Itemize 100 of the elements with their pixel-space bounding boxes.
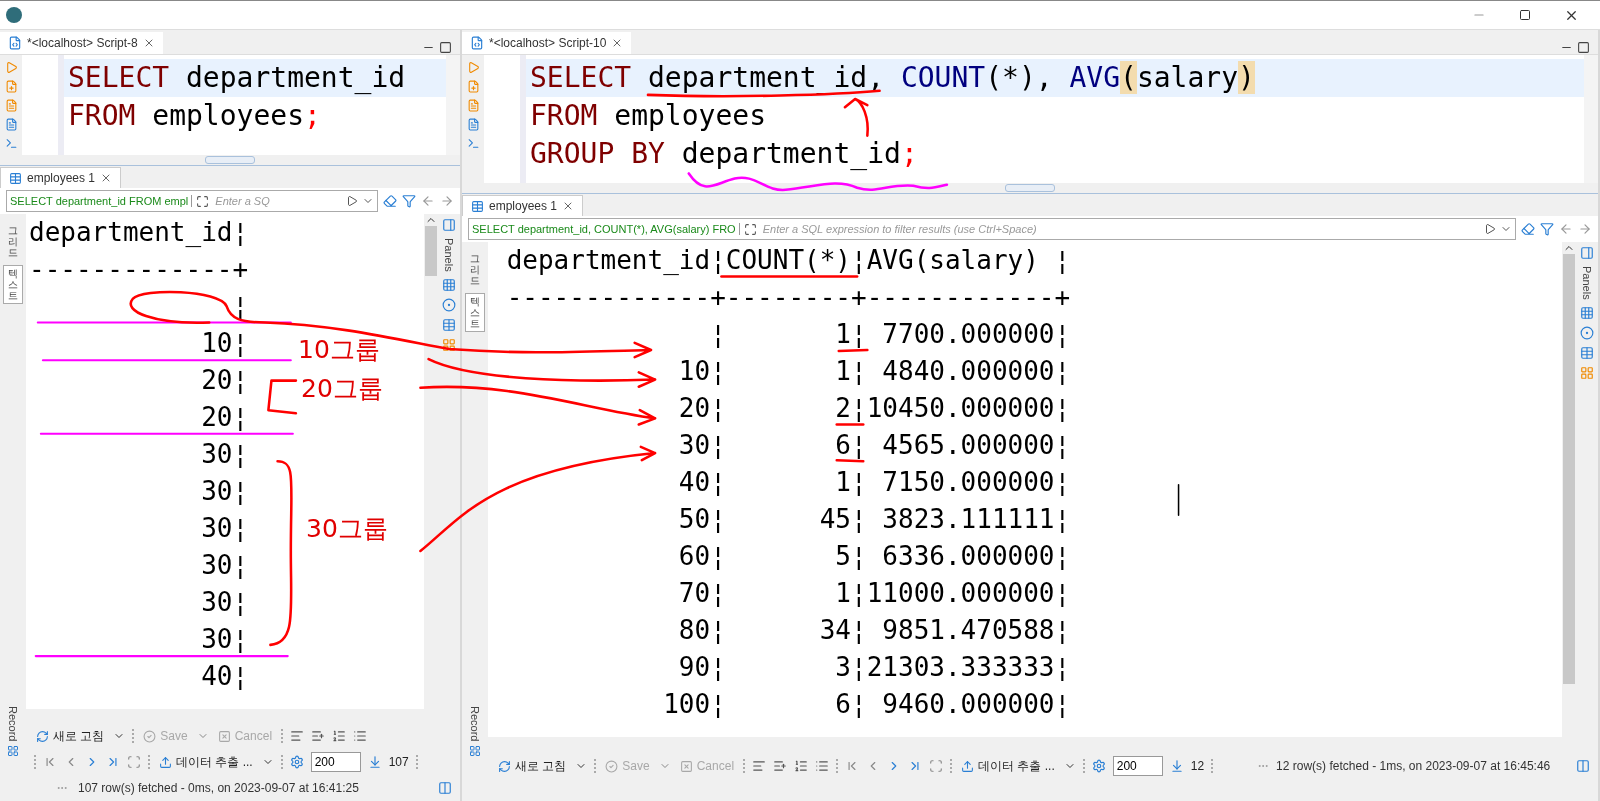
- filter-icon[interactable]: [402, 194, 416, 208]
- fetch-all-icon[interactable]: [1169, 759, 1184, 773]
- edit-row-icon[interactable]: [290, 729, 305, 743]
- record-view-icon[interactable]: [929, 759, 944, 773]
- expand-icon[interactable]: [743, 222, 757, 236]
- refresh-button[interactable]: 새로 고침: [496, 757, 569, 775]
- scrollbar-thumb[interactable]: [1563, 254, 1575, 684]
- delete-row-icon[interactable]: [353, 729, 368, 743]
- fetch-size-field[interactable]: 200: [310, 752, 361, 772]
- fetch-size-field[interactable]: 200: [1112, 756, 1163, 776]
- export-button[interactable]: 데이터 추출 ...: [959, 757, 1057, 775]
- view-tab[interactable]: 그리드: [3, 222, 23, 261]
- scrollbar-track[interactable]: [1584, 55, 1598, 183]
- columns-icon[interactable]: [1580, 365, 1594, 380]
- eraser-icon[interactable]: [383, 194, 397, 208]
- record-view-icon[interactable]: [127, 755, 141, 769]
- editor-tab[interactable]: *<localhost> Script-8: [0, 32, 163, 54]
- table-icon[interactable]: [442, 317, 456, 332]
- fetch-all-icon[interactable]: [367, 755, 382, 769]
- refresh-button[interactable]: 새로 고침: [34, 727, 107, 745]
- check-circle-icon: [143, 729, 157, 743]
- apply-filter-icon[interactable]: [1484, 223, 1496, 235]
- columns-icon[interactable]: [442, 337, 456, 352]
- handwritten-underline: [837, 348, 869, 353]
- filter-icon[interactable]: [1540, 222, 1554, 236]
- result-text-line: -------------+: [29, 254, 249, 284]
- panel-toggle-icon[interactable]: [1576, 759, 1590, 773]
- filter-box[interactable]: SELECT department_id, COUNT(*), AVG(salary) FRO Enter a SQL expression to filter results (use Ctrl+Space): [468, 218, 1516, 240]
- dots-icon[interactable]: [442, 297, 456, 312]
- forward-icon[interactable]: [1578, 222, 1592, 236]
- eraser-icon[interactable]: [1521, 222, 1535, 236]
- query-text: SELECT department_id FROM empl: [10, 195, 193, 207]
- results-tab[interactable]: employees 1: [0, 167, 122, 188]
- check-circle-icon: [605, 759, 619, 773]
- explain-plan-icon[interactable]: [4, 118, 18, 131]
- panel-toggle-icon[interactable]: [438, 781, 452, 795]
- maximize-icon[interactable]: [439, 41, 452, 54]
- execute-script-icon[interactable]: [4, 99, 18, 112]
- result-text-line: 70¦ 1¦11000.000000¦: [678, 578, 1071, 608]
- first-page-icon[interactable]: [43, 755, 57, 769]
- record-tab[interactable]: Record: [7, 705, 19, 741]
- editor-tab[interactable]: *<localhost> Script-10: [462, 32, 632, 54]
- splitter-handle[interactable]: [205, 156, 255, 164]
- delete-row-icon[interactable]: [815, 759, 830, 773]
- view-tab[interactable]: 그리드: [465, 250, 485, 289]
- table-icon[interactable]: [1580, 345, 1594, 360]
- status-text: 107 row(s) fetched - 0ms, on 2023-09-07 at 16:41:25: [78, 781, 359, 795]
- dots-icon[interactable]: [1580, 325, 1594, 340]
- execute-icon[interactable]: [4, 61, 18, 74]
- terminal-icon[interactable]: [466, 137, 480, 150]
- copy-row-icon[interactable]: [332, 729, 347, 743]
- apply-filter-icon[interactable]: [346, 195, 358, 207]
- last-page-icon[interactable]: [106, 755, 120, 769]
- execute-new-tab-icon[interactable]: [4, 80, 18, 93]
- maximize-icon: [1519, 9, 1531, 21]
- forward-icon[interactable]: [440, 194, 454, 208]
- terminal-icon[interactable]: [4, 137, 18, 150]
- expand-icon[interactable]: [196, 194, 210, 208]
- results-tab[interactable]: employees 1: [462, 195, 584, 216]
- result-text-line: 20¦ 2¦10450.000000¦: [678, 393, 1071, 423]
- handwritten-note: 10그룹: [298, 334, 380, 366]
- panels-tab[interactable]: Panels: [1581, 266, 1593, 300]
- record-tab[interactable]: Record: [469, 705, 481, 741]
- scrollbar-thumb[interactable]: [425, 226, 437, 276]
- record-icon[interactable]: [7, 745, 19, 757]
- result-text-line: 60¦ 5¦ 6336.000000¦: [678, 541, 1071, 571]
- add-row-icon[interactable]: [311, 729, 326, 743]
- back-icon[interactable]: [421, 194, 435, 208]
- execute-script-icon[interactable]: [466, 99, 480, 112]
- add-row-icon[interactable]: [773, 759, 788, 773]
- grid-icon[interactable]: [442, 277, 456, 292]
- settings-icon[interactable]: [1091, 759, 1106, 773]
- result-text-line: 30¦ 6¦ 4565.000000¦: [678, 430, 1071, 460]
- filter-box[interactable]: SELECT department_id FROM empl Enter a SQ: [6, 190, 378, 212]
- app-logo-icon: [6, 7, 22, 23]
- grid-icon[interactable]: [1580, 305, 1594, 320]
- result-text-line: 30¦: [201, 439, 249, 469]
- edit-row-icon[interactable]: [752, 759, 767, 773]
- back-icon[interactable]: [1559, 222, 1573, 236]
- execute-icon[interactable]: [466, 61, 480, 74]
- view-tab[interactable]: 텍스트: [3, 265, 23, 304]
- result-text-line: 40¦ 1¦ 7150.000000¦: [678, 467, 1071, 497]
- maximize-icon[interactable]: [1577, 41, 1590, 54]
- view-tab[interactable]: 텍스트: [465, 293, 485, 332]
- handwritten-underline: [835, 458, 865, 463]
- script-file-icon: [8, 36, 22, 50]
- handwritten-note: 30그룹: [306, 513, 388, 545]
- record-icon[interactable]: [469, 745, 481, 757]
- panels-icon[interactable]: [442, 218, 456, 232]
- panels-tab[interactable]: Panels: [443, 238, 455, 272]
- explain-plan-icon[interactable]: [466, 118, 480, 131]
- table-icon: [471, 199, 484, 213]
- settings-icon[interactable]: [289, 755, 304, 769]
- copy-row-icon[interactable]: [794, 759, 809, 773]
- panels-icon[interactable]: [1580, 246, 1594, 260]
- splitter-handle[interactable]: [1005, 184, 1055, 192]
- export-button[interactable]: 데이터 추출 ...: [157, 753, 255, 771]
- scrollbar-track[interactable]: [446, 55, 460, 155]
- result-text-line: 10¦: [201, 328, 249, 358]
- execute-new-tab-icon[interactable]: [466, 80, 480, 93]
